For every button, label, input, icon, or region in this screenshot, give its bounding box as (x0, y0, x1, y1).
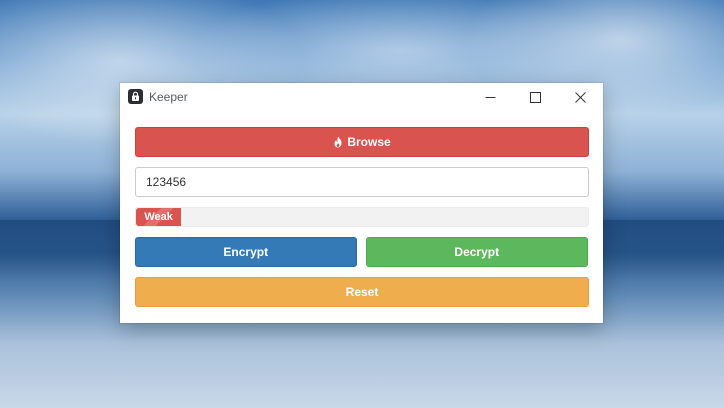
strength-meter: Weak (135, 207, 589, 227)
close-icon (574, 91, 586, 103)
maximize-button[interactable] (513, 83, 557, 111)
action-row: Encrypt Decrypt (135, 237, 588, 267)
reset-button[interactable]: Reset (135, 277, 589, 307)
desktop-background: Keeper Browse 123456 Weak Encrypt Decryp… (0, 0, 724, 408)
title-bar[interactable]: Keeper (120, 83, 603, 111)
decrypt-label: Decrypt (454, 245, 500, 259)
browse-button[interactable]: Browse (135, 127, 589, 157)
form-area: Browse Weak Encrypt Decrypt Reset (135, 127, 589, 307)
password-input[interactable] (135, 167, 589, 197)
window-title: Keeper (149, 90, 188, 104)
encrypt-button[interactable]: Encrypt (135, 237, 357, 267)
keeper-window: Keeper Browse 123456 Weak Encrypt Decryp… (120, 83, 603, 323)
strength-meter-fill: Weak (136, 208, 182, 226)
maximize-icon (529, 91, 541, 103)
fire-icon (333, 136, 343, 148)
strength-label: Weak (144, 211, 173, 223)
reset-label: Reset (345, 285, 379, 299)
app-lock-icon (128, 89, 143, 104)
encrypt-label: Encrypt (223, 245, 269, 259)
minimize-icon (485, 96, 495, 98)
browse-label: Browse (347, 135, 391, 149)
close-button[interactable] (558, 83, 602, 111)
minimize-button[interactable] (468, 83, 512, 111)
decrypt-button[interactable]: Decrypt (365, 237, 588, 267)
